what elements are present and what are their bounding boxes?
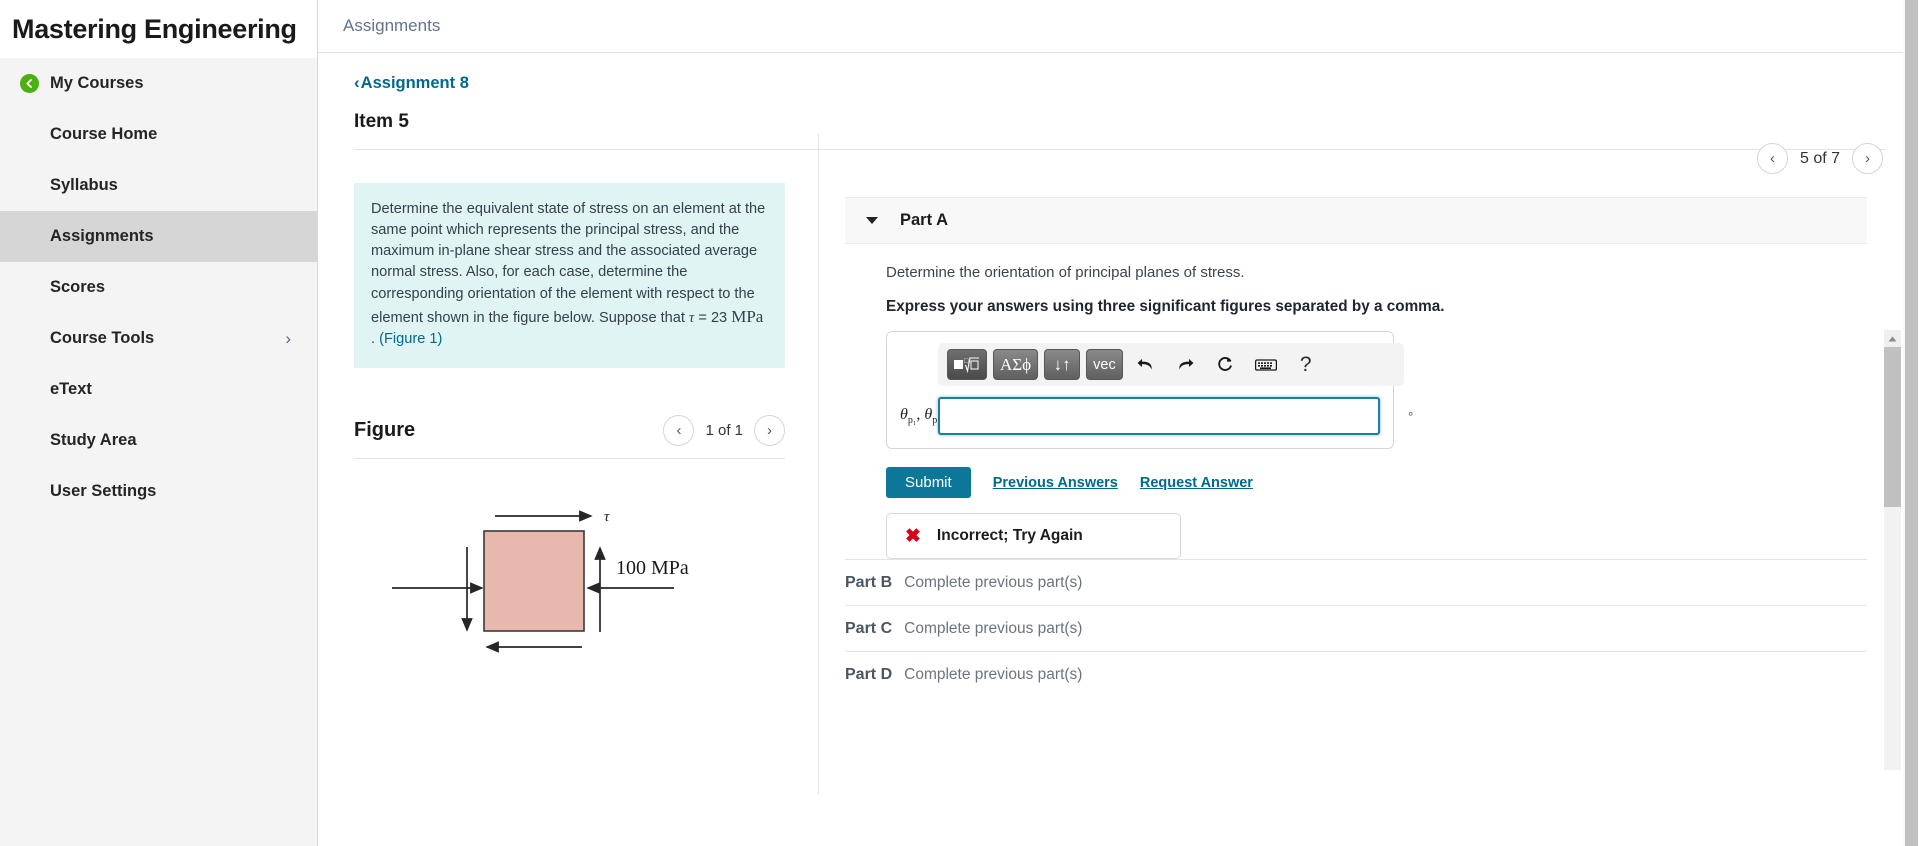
part-a-header[interactable]: Part A bbox=[845, 197, 1867, 244]
redo-icon[interactable] bbox=[1169, 350, 1203, 380]
part-row-label: Part B bbox=[845, 573, 893, 591]
sidebar-item-label: Assignments bbox=[50, 227, 154, 245]
part-row-status: Complete previous part(s) bbox=[904, 573, 1083, 591]
brand-header: Mastering Engineering bbox=[0, 0, 317, 58]
app-root: Mastering Engineering My Courses Course … bbox=[0, 0, 1919, 846]
sidebar-item-label: Syllabus bbox=[50, 176, 118, 194]
tau-unit: MPa bbox=[731, 306, 764, 326]
answer-label: θp₁, θp₂ = bbox=[900, 405, 954, 427]
sidebar-item-label: User Settings bbox=[50, 482, 157, 500]
part-d-row[interactable]: Part D Complete previous part(s) bbox=[845, 651, 1867, 697]
status-badge: ✖ Incorrect; Try Again bbox=[886, 513, 1181, 559]
math-toolbar: □ ΑΣϕ ↓↑ vec ? bbox=[938, 343, 1404, 386]
problem-statement: Determine the equivalent state of stress… bbox=[354, 183, 785, 368]
submit-button[interactable]: Submit bbox=[886, 467, 971, 498]
equals-sign: = bbox=[698, 309, 707, 326]
figure-pager: ‹ 1 of 1 › bbox=[663, 414, 785, 446]
help-icon[interactable]: ? bbox=[1289, 350, 1323, 380]
inner-scrollbar[interactable] bbox=[1884, 330, 1901, 770]
page-topbar: Assignments bbox=[318, 0, 1919, 53]
reset-icon[interactable] bbox=[1209, 350, 1243, 380]
main-content: Assignments ‹ Assignment 8 Item 5 ‹ 5 of … bbox=[318, 0, 1919, 846]
sidebar-item-label: Study Area bbox=[50, 431, 137, 449]
problem-text: Determine the equivalent state of stress… bbox=[371, 201, 766, 326]
sidebar-item-label: My Courses bbox=[50, 74, 144, 92]
problem-column: Determine the equivalent state of stress… bbox=[318, 150, 818, 840]
part-a-prompt: Determine the orientation of principal p… bbox=[886, 264, 1245, 281]
part-row-label: Part C bbox=[845, 619, 893, 637]
theta-subscript-1: p₁ bbox=[907, 415, 917, 427]
period: . bbox=[371, 331, 376, 348]
sidebar-item-label: eText bbox=[50, 380, 92, 398]
request-answer-link[interactable]: Request Answer bbox=[1140, 475, 1253, 491]
svg-text:□: □ bbox=[964, 357, 969, 365]
answer-card: □ ΑΣϕ ↓↑ vec ? θp₁, θp₂ ° bbox=[886, 331, 1413, 449]
figure-1-link[interactable]: (Figure 1) bbox=[379, 331, 442, 347]
back-link-label: Assignment 8 bbox=[360, 73, 469, 92]
figure-pager-label: 1 of 1 bbox=[705, 421, 743, 439]
answer-row: θp₁, θp₂ = ° bbox=[900, 397, 1413, 435]
tau-value: 23 bbox=[710, 309, 728, 326]
chevron-right-icon: › bbox=[285, 329, 291, 348]
page-title: Item 5 bbox=[354, 111, 409, 132]
degree-unit-label: ° bbox=[1408, 408, 1414, 424]
content-columns: Determine the equivalent state of stress… bbox=[318, 134, 1919, 840]
sidebar-item-label: Scores bbox=[50, 278, 106, 296]
sidebar-item-study-area[interactable]: Study Area bbox=[0, 415, 317, 466]
scroll-up-button[interactable] bbox=[1884, 330, 1901, 347]
figure-image: τ 100 MPa bbox=[354, 469, 785, 734]
sidebar: Mastering Engineering My Courses Course … bbox=[0, 0, 318, 846]
sidebar-item-my-courses[interactable]: My Courses bbox=[0, 58, 317, 109]
sidebar-item-user-settings[interactable]: User Settings bbox=[0, 466, 317, 517]
sidebar-item-scores[interactable]: Scores bbox=[0, 262, 317, 313]
sidebar-item-label: Course Tools bbox=[50, 329, 155, 347]
brand-title: Mastering Engineering bbox=[12, 13, 297, 44]
tau-symbol: τ bbox=[689, 309, 695, 326]
chevron-down-icon bbox=[866, 217, 878, 224]
answer-column: Part A Determine the orientation of prin… bbox=[819, 150, 1919, 840]
greek-symbols-button[interactable]: ΑΣϕ bbox=[993, 349, 1039, 380]
submit-row: Submit Previous Answers Request Answer bbox=[886, 467, 1867, 498]
part-a-body: Determine the orientation of principal p… bbox=[845, 244, 1867, 559]
back-to-assignment-link[interactable]: ‹ Assignment 8 bbox=[354, 73, 469, 93]
sidebar-item-assignments[interactable]: Assignments bbox=[0, 211, 317, 262]
page-scrollbar-thumb[interactable] bbox=[1905, 0, 1918, 846]
keyboard-icon[interactable] bbox=[1249, 350, 1283, 380]
part-row-status: Complete previous part(s) bbox=[904, 665, 1083, 683]
figure-title: Figure bbox=[354, 418, 416, 441]
template-root-button[interactable]: □ bbox=[947, 349, 987, 380]
scrollbar-thumb[interactable] bbox=[1884, 347, 1901, 507]
back-circle-icon bbox=[20, 74, 50, 93]
part-row-status: Complete previous part(s) bbox=[904, 619, 1083, 637]
page-scrollbar[interactable] bbox=[1903, 0, 1919, 846]
chevron-left-icon: ‹ bbox=[354, 73, 360, 92]
part-a-instruction: Express your answers using three signifi… bbox=[886, 298, 1445, 315]
svg-text:100 MPa: 100 MPa bbox=[616, 557, 689, 579]
arrows-button[interactable]: ↓↑ bbox=[1044, 349, 1081, 380]
part-a-label: Part A bbox=[900, 211, 948, 229]
sidebar-item-course-tools[interactable]: Course Tools › bbox=[0, 313, 317, 364]
part-b-row[interactable]: Part B Complete previous part(s) bbox=[845, 559, 1867, 605]
theta-symbol-1: θ bbox=[900, 405, 908, 423]
assignment-header: ‹ Assignment 8 Item 5 ‹ 5 of 7 › bbox=[318, 53, 1919, 174]
sidebar-item-syllabus[interactable]: Syllabus bbox=[0, 160, 317, 211]
vector-button[interactable]: vec bbox=[1086, 349, 1123, 380]
error-x-icon: ✖ bbox=[905, 525, 921, 547]
sidebar-item-course-home[interactable]: Course Home bbox=[0, 109, 317, 160]
undo-icon[interactable] bbox=[1129, 350, 1163, 380]
part-c-row[interactable]: Part C Complete previous part(s) bbox=[845, 605, 1867, 651]
sidebar-nav: My Courses Course Home Syllabus Assignme… bbox=[0, 58, 317, 517]
figure-prev-button[interactable]: ‹ bbox=[663, 414, 695, 446]
svg-text:τ: τ bbox=[604, 509, 610, 525]
figure-header: Figure ‹ 1 of 1 › bbox=[354, 414, 785, 459]
figure-next-button[interactable]: › bbox=[754, 414, 785, 446]
answer-input[interactable] bbox=[938, 397, 1380, 435]
previous-answers-link[interactable]: Previous Answers bbox=[993, 475, 1118, 491]
sidebar-item-etext[interactable]: eText bbox=[0, 364, 317, 415]
part-row-label: Part D bbox=[845, 665, 893, 683]
sidebar-item-label: Course Home bbox=[50, 125, 158, 143]
breadcrumb: Assignments bbox=[343, 16, 441, 35]
feedback-message: Incorrect; Try Again bbox=[936, 527, 1083, 544]
